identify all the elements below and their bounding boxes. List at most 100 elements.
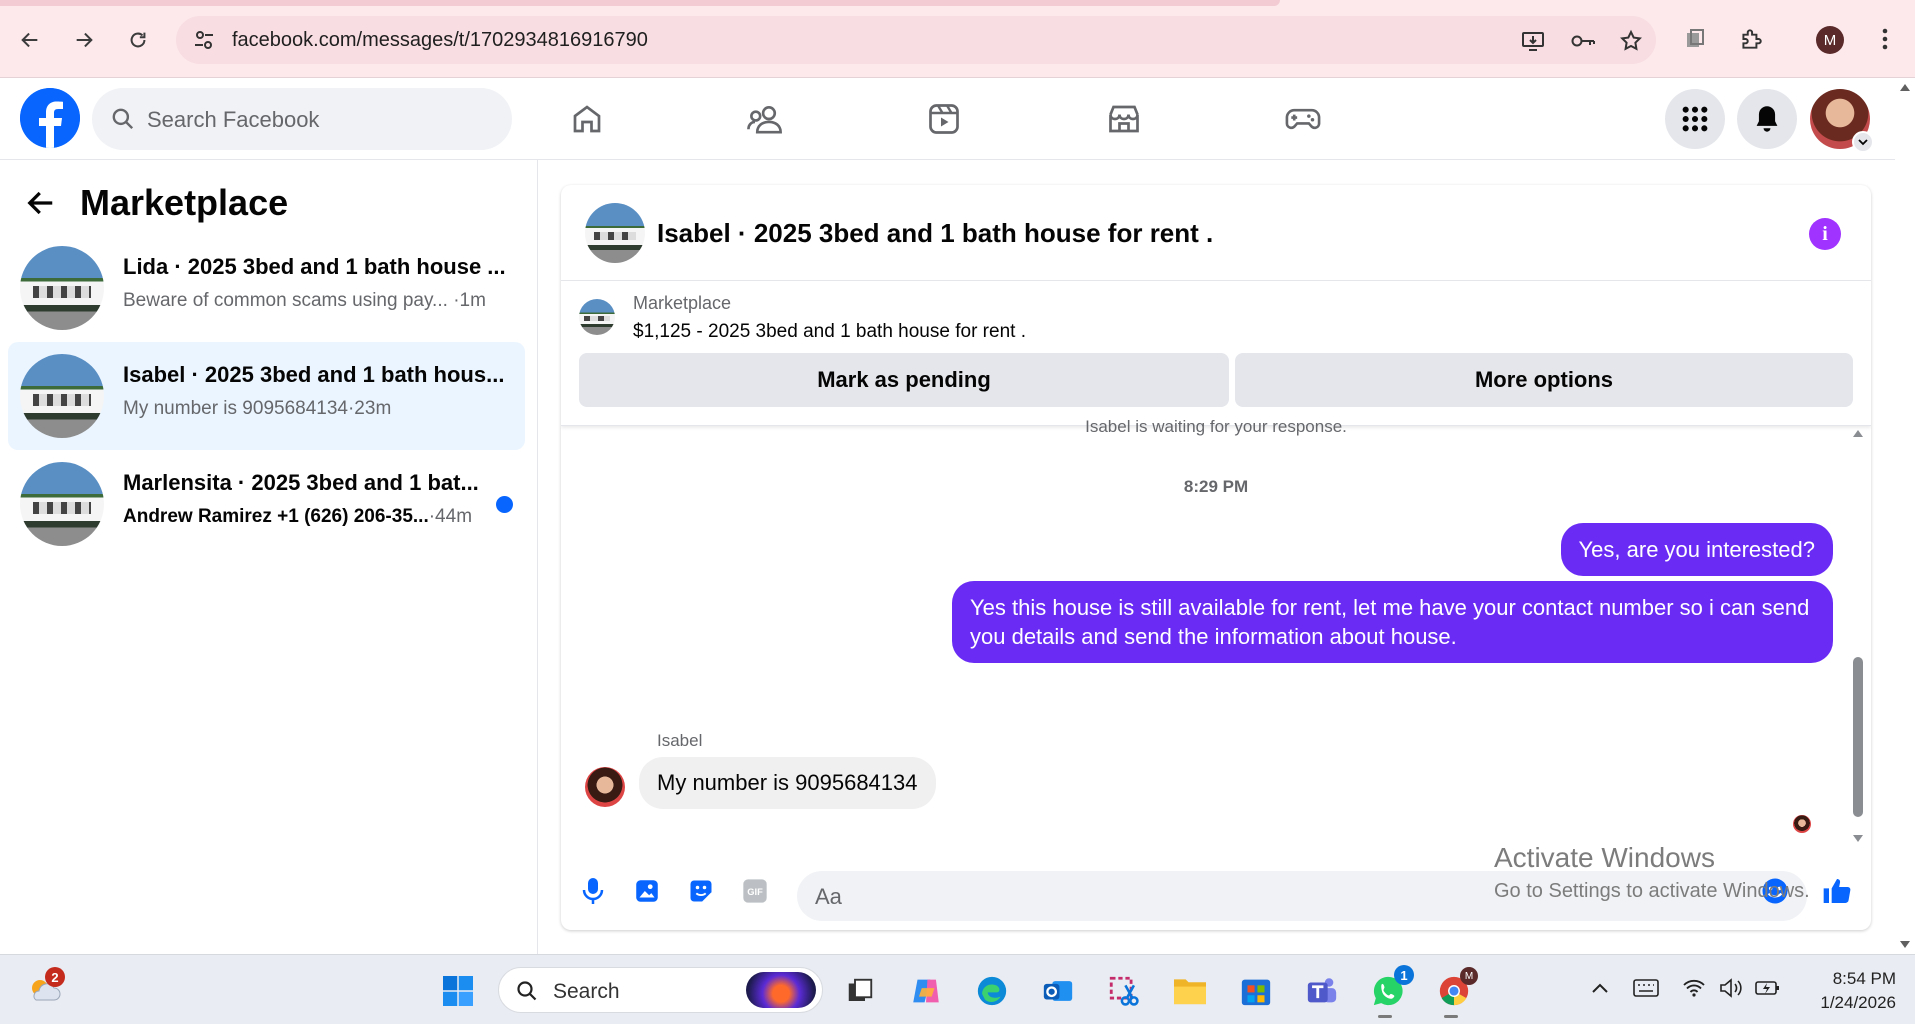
facebook-logo[interactable] [20, 88, 80, 148]
home-icon[interactable] [563, 96, 611, 142]
gaming-icon[interactable] [1279, 96, 1327, 142]
photo-icon[interactable] [629, 873, 665, 909]
watermark-title: Activate Windows [1494, 842, 1715, 873]
volume-icon[interactable] [1718, 973, 1746, 1003]
marketplace-icon[interactable] [1100, 96, 1148, 142]
windows-taskbar: 2 Search 1 M 8:54 PM 1/24/2026 [0, 954, 1915, 1024]
chat-title[interactable]: Isabel · 2025 3bed and 1 bath house for … [657, 218, 1213, 249]
conversation-item-active[interactable]: Isabel · 2025 3bed and 1 bath hous... My… [8, 342, 525, 450]
browser-menu-icon[interactable] [1868, 22, 1902, 56]
battery-charging-icon[interactable] [1754, 973, 1782, 1003]
outgoing-message[interactable]: Yes this house is still available for re… [952, 581, 1833, 663]
back-arrow-icon[interactable] [24, 188, 58, 223]
system-clock[interactable]: 8:54 PM 1/24/2026 [1796, 967, 1896, 1015]
conversation-item[interactable]: Lida · 2025 3bed and 1 bath house ... Be… [8, 234, 525, 342]
chevron-up-icon[interactable] [1586, 973, 1614, 1003]
info-icon[interactable]: i [1809, 218, 1841, 250]
site-settings-icon[interactable] [192, 28, 216, 57]
keyboard-icon[interactable] [1632, 973, 1660, 1003]
search-icon [110, 106, 136, 137]
svg-text:GIF: GIF [747, 887, 763, 897]
forward-arrow-icon[interactable] [68, 24, 100, 56]
clock-date: 1/24/2026 [1820, 993, 1896, 1012]
extensions-puzzle-icon[interactable] [1734, 22, 1768, 56]
facebook-search-input[interactable]: Search Facebook [92, 88, 512, 150]
conversation-name: Marlensita · 2025 3bed and 1 bat... [123, 470, 479, 495]
conversation-sidebar: Marketplace Lida · 2025 3bed and 1 bath … [0, 160, 538, 954]
listing-thumbnail[interactable] [579, 299, 615, 335]
menu-grid-icon[interactable] [1665, 89, 1725, 149]
microphone-icon[interactable] [575, 873, 611, 909]
taskbar-search-input[interactable]: Search [498, 967, 823, 1013]
conversation-time: ·44m [428, 506, 473, 527]
snipping-tool-icon[interactable] [1104, 971, 1144, 1011]
task-view-icon[interactable] [840, 971, 880, 1011]
teams-icon[interactable] [1302, 971, 1342, 1011]
outgoing-message[interactable]: Yes, are you interested? [1560, 523, 1833, 576]
listing-thumbnail [20, 462, 104, 546]
microsoft-store-icon[interactable] [1236, 971, 1276, 1011]
more-options-button[interactable]: More options [1235, 353, 1853, 407]
tab-search-icon[interactable] [1678, 22, 1712, 56]
taskbar-search-placeholder: Search [553, 980, 620, 1003]
listing-thumbnail [20, 246, 104, 330]
chat-panel: Isabel · 2025 3bed and 1 bath house for … [561, 185, 1871, 930]
install-app-icon[interactable] [1520, 28, 1546, 54]
waiting-notice: Isabel is waiting for your response. [1085, 417, 1347, 436]
search-icon [515, 979, 539, 1008]
whatsapp-badge: 1 [1394, 965, 1414, 985]
search-highlight-image[interactable] [746, 972, 816, 1008]
browser-toolbar: facebook.com/messages/t/1702934816916790… [0, 0, 1915, 78]
listing-thumbnail [20, 354, 104, 438]
tab-strip [0, 0, 1280, 6]
reload-icon[interactable] [122, 24, 154, 56]
password-key-icon[interactable] [1570, 28, 1596, 54]
chat-listing-thumbnail[interactable] [585, 203, 645, 263]
copilot-icon[interactable] [906, 971, 946, 1011]
windows-start-icon[interactable] [438, 971, 478, 1011]
file-explorer-icon[interactable] [1170, 971, 1210, 1011]
back-arrow-icon[interactable] [14, 24, 46, 56]
conversation-name: Lida · 2025 3bed and 1 bath house ... [123, 254, 506, 279]
outlook-icon[interactable] [1038, 971, 1078, 1011]
browser-profile-avatar[interactable]: M [1816, 26, 1844, 54]
incoming-message[interactable]: My number is 9095684134 [639, 757, 936, 809]
account-avatar[interactable] [1810, 89, 1874, 153]
thumbs-up-icon[interactable] [1819, 873, 1855, 909]
sidebar-title: Marketplace [80, 182, 289, 223]
watermark-subtitle: Go to Settings to activate Windows. [1494, 880, 1810, 902]
conversation-preview: Beware of common scams using pay... ·1m [123, 290, 486, 311]
conversation-time: ·23m [347, 398, 392, 419]
running-indicator [1378, 1015, 1392, 1018]
notifications-bell-icon[interactable] [1737, 89, 1797, 149]
conversation-preview: My number is 9095684134·23m [123, 398, 392, 419]
friends-icon[interactable] [742, 96, 790, 142]
scrollbar-thumb[interactable] [1853, 657, 1863, 817]
bookmark-star-icon[interactable] [1618, 28, 1644, 54]
weather-badge: 2 [45, 967, 65, 987]
clock-time: 8:54 PM [1832, 969, 1896, 988]
conversation-name: Isabel · 2025 3bed and 1 bath hous... [123, 362, 505, 387]
url-text[interactable]: facebook.com/messages/t/1702934816916790 [232, 29, 648, 52]
chevron-down-icon[interactable] [1852, 131, 1874, 153]
mark-as-pending-button[interactable]: Mark as pending [579, 353, 1229, 407]
chat-scrollbar[interactable] [1853, 430, 1863, 855]
sticker-icon[interactable] [683, 873, 719, 909]
chrome-profile-badge: M [1460, 967, 1478, 985]
listing-title[interactable]: $1,125 - 2025 3bed and 1 bath house for … [633, 321, 1026, 343]
message-input-placeholder: Aa [815, 884, 842, 909]
edge-browser-icon[interactable] [972, 971, 1012, 1011]
conversation-preview: Andrew Ramirez +1 (626) 206-35...·44m [123, 506, 473, 527]
message-timestamp: 8:29 PM [1183, 477, 1249, 496]
gif-icon[interactable]: GIF [737, 873, 773, 909]
activate-windows-watermark: Activate Windows Go to Settings to activ… [1494, 842, 1810, 903]
conversation-item[interactable]: Marlensita · 2025 3bed and 1 bat... Andr… [8, 450, 525, 558]
conversation-time: ·1m [453, 290, 486, 311]
wifi-icon[interactable] [1680, 973, 1708, 1003]
video-icon[interactable] [920, 96, 968, 142]
chat-header: Isabel · 2025 3bed and 1 bath house for … [561, 185, 1871, 281]
marketplace-listing-bar: Marketplace $1,125 - 2025 3bed and 1 bat… [561, 281, 1871, 426]
address-bar[interactable]: facebook.com/messages/t/1702934816916790 [176, 16, 1656, 64]
page-scrollbar[interactable] [1895, 78, 1915, 954]
sender-avatar[interactable] [585, 767, 625, 807]
